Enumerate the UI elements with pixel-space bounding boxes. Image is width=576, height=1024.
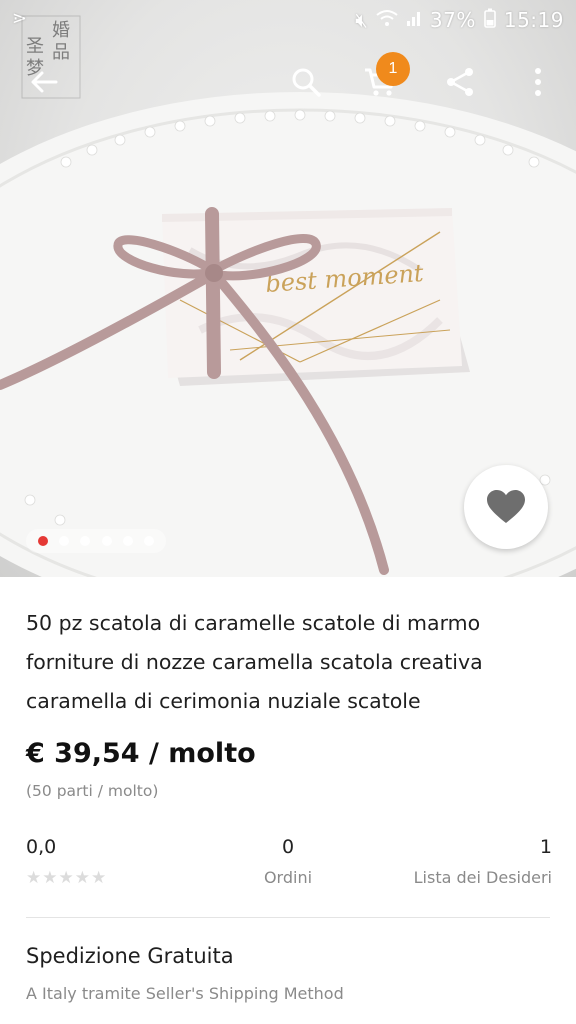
back-button[interactable] <box>20 58 68 106</box>
mute-icon: 🔇︎ <box>355 8 368 32</box>
pager-dot[interactable] <box>37 536 48 546</box>
svg-text:圣: 圣 <box>26 36 44 57</box>
signal-icon <box>406 8 422 32</box>
add-to-wishlist-button[interactable] <box>464 465 548 549</box>
share-button[interactable] <box>436 58 484 106</box>
product-title-line: 50 pz scatola di caramelle scatole di ma… <box>26 611 481 635</box>
back-arrow-icon <box>31 71 58 93</box>
pager-dot[interactable] <box>80 536 91 546</box>
orders-label: Ordini <box>263 868 313 887</box>
image-pager[interactable] <box>26 529 166 553</box>
product-title: 50 pz scatola di caramelle scatole di ma… <box>26 604 556 721</box>
wishlist-value: 1 <box>539 836 552 858</box>
svg-text:婚: 婚 <box>52 20 70 41</box>
star-icon: ★ <box>26 868 42 888</box>
product-title-line: forniture di nozze caramella scatola cre… <box>26 650 483 674</box>
pager-dot[interactable] <box>58 536 69 546</box>
wishlist-stat: 1 Lista dei Desideri <box>414 836 552 887</box>
status-bar: ⋗ 🔇︎ 37% 15:19 <box>0 0 576 40</box>
pager-dot[interactable] <box>122 536 133 546</box>
more-options-button[interactable] <box>514 58 562 106</box>
star-icon: ★ <box>91 868 107 888</box>
shipping-method: A Italy tramite Seller's Shipping Method <box>26 984 344 1003</box>
product-stats: 0,0 ★ ★ ★ ★ ★ 0 Ordini 1 Lista dei Desid… <box>26 836 552 896</box>
battery-icon <box>484 8 496 33</box>
clock: 15:19 <box>503 8 564 32</box>
orders-value: 0 <box>281 836 295 858</box>
pager-dot[interactable] <box>101 536 112 546</box>
star-icon: ★ <box>42 868 58 888</box>
rating-stat[interactable]: 0,0 ★ ★ ★ ★ ★ <box>26 836 106 888</box>
share-icon <box>447 68 473 96</box>
orders-stat: 0 Ordini <box>248 836 328 887</box>
star-icon: ★ <box>58 868 74 888</box>
more-vertical-icon <box>535 68 541 96</box>
wishlist-label: Lista dei Desideri <box>413 868 552 887</box>
cart-count-badge: 1 <box>376 52 410 86</box>
star-icon: ★ <box>74 868 90 888</box>
divider <box>26 917 550 918</box>
product-price: € 39,54 / molto <box>26 738 256 769</box>
battery-percent: 37% <box>429 8 476 32</box>
product-title-line: caramella di cerimonia nuziale scatole <box>26 689 421 713</box>
pager-dot[interactable] <box>144 536 155 546</box>
search-icon <box>292 68 321 97</box>
product-image-gallery[interactable]: best moment ⋗ 🔇︎ 37% 15:19 婚 品 圣 梦 1 <box>0 0 576 577</box>
wifi-icon <box>376 8 398 32</box>
shipping-title[interactable]: Spedizione Gratuita <box>26 944 234 968</box>
rating-value: 0,0 <box>26 836 57 858</box>
lot-size-note: (50 parti / molto) <box>26 782 159 800</box>
rating-stars: ★ ★ ★ ★ ★ <box>26 868 106 888</box>
heart-icon <box>487 490 525 523</box>
search-button[interactable] <box>282 58 330 106</box>
